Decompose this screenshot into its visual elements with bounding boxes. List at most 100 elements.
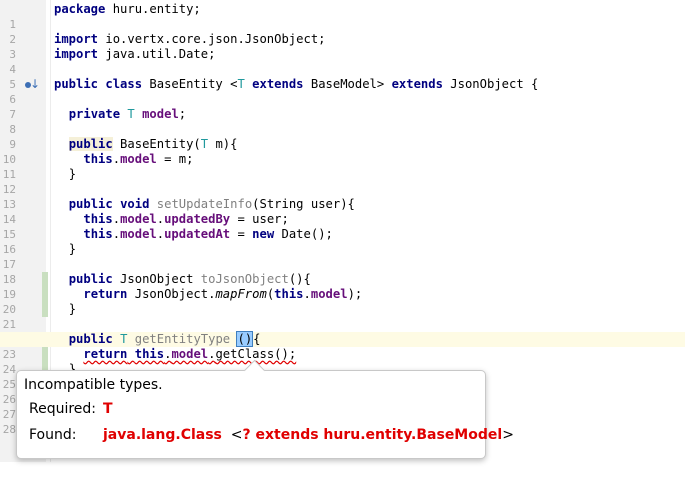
line-code: import io.vertx.core.json.JsonObject; <box>54 32 326 47</box>
type-parameter: T <box>237 77 245 91</box>
code-text: BaseEntity( <box>112 137 201 151</box>
keyword: new <box>252 227 275 241</box>
code-text: JsonObject { <box>442 77 539 91</box>
editor-bottom-area <box>0 462 685 489</box>
found-type-class: java.lang.Class <box>103 427 222 443</box>
code-line[interactable]: 10 public BaseEntity(T m){ <box>0 137 685 166</box>
code-line[interactable]: 21 } <box>0 302 685 331</box>
line-code: private T model; <box>54 107 186 122</box>
error-expression[interactable]: return this.model.getClass(); <box>83 347 296 361</box>
code-text: java.util.Date; <box>98 47 216 61</box>
code-line[interactable]: 4 import java.util.Date; <box>0 47 685 76</box>
code-line[interactable]: 2 <box>0 17 685 46</box>
field-name: model <box>310 287 348 301</box>
keyword: public <box>68 332 113 346</box>
code-line[interactable]: 20 return JsonObject.mapFrom(this.model)… <box>0 287 685 316</box>
keyword: extends <box>252 77 304 91</box>
field-name: model <box>142 107 179 121</box>
line-code: this.model.updatedAt = new Date(); <box>54 227 333 242</box>
method-name: getEntityType <box>134 332 231 346</box>
code-line[interactable]: 8 private T model; <box>0 107 685 136</box>
code-text: = user; <box>230 212 289 226</box>
code-line[interactable]: 15 this.model.updatedBy = user; <box>0 212 685 241</box>
type-parameter: T <box>120 332 128 346</box>
method-name: toJsonObject <box>200 272 289 286</box>
line-code: public class BaseEntity <T extends BaseM… <box>54 77 538 92</box>
keyword: import <box>54 32 99 46</box>
code-text: } <box>68 167 77 181</box>
field-name: model <box>171 347 209 361</box>
code-line[interactable]: 17 } <box>0 242 685 271</box>
line-code: public void setUpdateInfo(String user){ <box>54 197 355 212</box>
keyword: public <box>68 197 113 211</box>
matched-parens: () <box>236 331 254 347</box>
code-line[interactable]: 11 this.model = m; <box>0 152 685 181</box>
code-text: JsonObject <box>112 272 201 286</box>
code-line[interactable]: 6 public class BaseEntity <T extends Bas… <box>0 77 685 106</box>
keyword: this <box>83 152 113 166</box>
code-text: ; <box>178 107 187 121</box>
code-text: JsonObject. <box>127 287 216 301</box>
tooltip-title: Incompatible types. <box>24 377 163 393</box>
keyword: this <box>274 287 304 301</box>
line-code: } <box>54 167 76 182</box>
line-code: public T getEntityType (){ <box>54 331 261 347</box>
line-code: } <box>54 242 76 257</box>
code-text: . <box>112 212 121 226</box>
keyword: public <box>68 137 113 151</box>
code-line[interactable]: 5 <box>0 62 685 91</box>
line-code: return this.model.getClass(); <box>54 347 296 362</box>
required-label: Required: <box>29 401 97 417</box>
code-text: m){ <box>208 137 238 151</box>
keyword: import <box>54 47 99 61</box>
keyword: public <box>54 77 99 91</box>
line-code: this.model = m; <box>54 152 193 167</box>
code-text: . <box>303 287 311 301</box>
code-line[interactable]: 3 import io.vertx.core.json.JsonObject; <box>0 32 685 61</box>
keyword: extends <box>391 77 443 91</box>
code-line[interactable]: 1 package huru.entity; <box>0 2 685 31</box>
required-type: T <box>103 401 113 417</box>
text-caret: { <box>252 332 261 346</box>
code-text: io.vertx.core.json.JsonObject; <box>98 32 326 46</box>
code-text: = m; <box>156 152 194 166</box>
code-text: . <box>156 212 165 226</box>
code-text: getClass(); <box>215 347 297 361</box>
code-text: huru.entity; <box>105 2 201 16</box>
found-type-wildcard: ? extends huru.entity.BaseModel <box>242 427 503 443</box>
keyword: this <box>83 212 113 226</box>
code-line[interactable]: 16 this.model.updatedAt = new Date(); <box>0 227 685 256</box>
code-text: . <box>156 227 165 241</box>
line-code: return JsonObject.mapFrom(this.model); <box>54 287 362 302</box>
code-text: } <box>68 242 77 256</box>
error-tooltip: Incompatible types. Required: T Found: j… <box>16 359 514 459</box>
field-name: model <box>120 152 157 166</box>
line-code: package huru.entity; <box>54 2 201 17</box>
code-line[interactable]: 18 <box>0 257 685 286</box>
field-name: model <box>120 212 157 226</box>
code-text: (String user){ <box>252 197 355 211</box>
static-method-call: mapFrom <box>215 287 267 301</box>
code-line[interactable]: 7 <box>0 92 685 121</box>
code-line[interactable]: 9 <box>0 122 685 151</box>
field-name: updatedBy <box>164 212 231 226</box>
keyword: return <box>83 287 128 301</box>
keyword: void <box>120 197 150 211</box>
field-name: model <box>120 227 157 241</box>
found-type-bracket: < <box>221 427 243 443</box>
keyword: this <box>134 347 165 361</box>
code-line[interactable]: 14 public void setUpdateInfo(String user… <box>0 197 685 226</box>
field-name: updatedAt <box>164 227 231 241</box>
found-type-bracket-close: > <box>502 427 514 443</box>
line-code: public JsonObject toJsonObject(){ <box>54 272 311 287</box>
code-line[interactable]: 13 <box>0 182 685 211</box>
code-text: (){ <box>288 272 311 286</box>
code-line[interactable]: 24 return this.model.getClass(); <box>0 347 685 376</box>
keyword: public <box>68 272 113 286</box>
code-line[interactable]: 22 <box>0 317 685 346</box>
found-type: java.lang.Class <? extends huru.entity.B… <box>103 427 514 443</box>
code-line[interactable]: 19 public JsonObject toJsonObject(){ <box>0 272 685 301</box>
keyword: private <box>68 107 121 121</box>
code-line[interactable]: 12 } <box>0 167 685 196</box>
code-line-current[interactable]: 23 public T getEntityType (){ <box>0 331 685 361</box>
